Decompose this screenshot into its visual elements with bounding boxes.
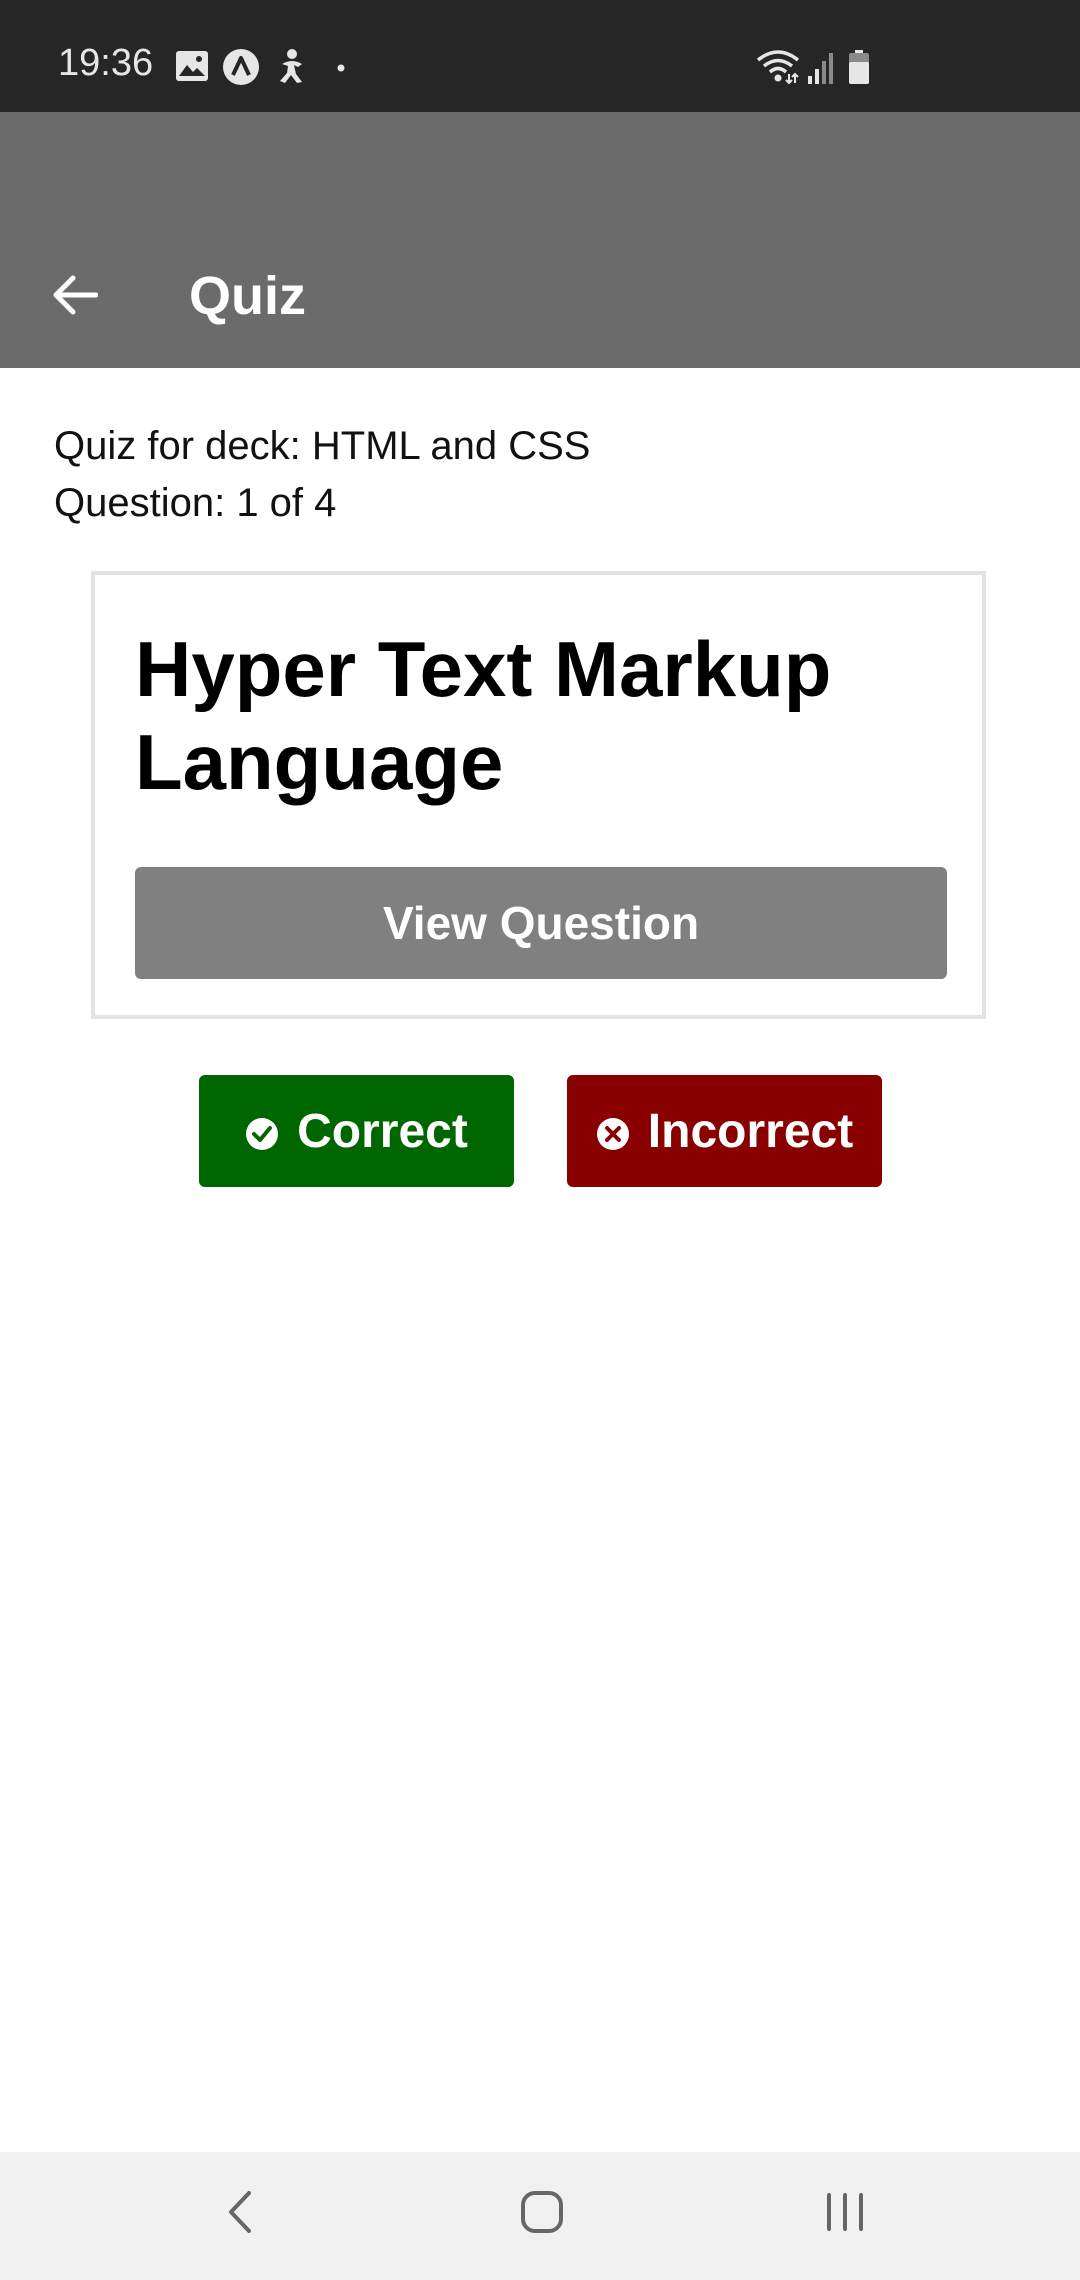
flash-card: Hyper Text Markup Language View Question	[91, 571, 986, 1019]
app-bar: Quiz	[0, 112, 1080, 368]
incorrect-button[interactable]: Incorrect	[567, 1075, 882, 1187]
app-notification-icon	[222, 48, 260, 85]
deck-name-text: Quiz for deck: HTML and CSS	[54, 424, 591, 468]
check-circle-icon	[245, 1108, 279, 1150]
recents-nav-icon	[823, 2192, 867, 2237]
signal-icon	[806, 50, 836, 84]
accessibility-icon	[276, 48, 306, 83]
back-button[interactable]	[30, 252, 120, 342]
quiz-screen: 19:36 Quiz Quiz for deck: HTML and CSS Q…	[0, 0, 1080, 2280]
page-title: Quiz	[189, 266, 306, 326]
navigation-bar	[0, 2152, 1080, 2280]
nav-back-button[interactable]	[195, 2174, 285, 2254]
back-nav-icon	[225, 2190, 255, 2239]
status-bar: 19:36	[0, 0, 1080, 112]
wifi-icon	[756, 50, 800, 84]
home-nav-icon	[520, 2190, 564, 2239]
x-circle-icon	[596, 1108, 630, 1150]
question-progress-text: Question: 1 of 4	[54, 481, 337, 525]
gallery-icon	[175, 50, 209, 84]
correct-button[interactable]: Correct	[199, 1075, 514, 1187]
nav-home-button[interactable]	[497, 2174, 587, 2254]
arrow-left-icon	[52, 275, 99, 320]
dot-icon	[337, 64, 345, 98]
battery-icon	[848, 50, 870, 84]
correct-label: Correct	[297, 1104, 468, 1158]
incorrect-label: Incorrect	[647, 1104, 854, 1158]
status-time: 19:36	[58, 42, 154, 84]
view-question-button[interactable]: View Question	[135, 867, 947, 979]
quiz-info: Quiz for deck: HTML and CSS Question: 1 …	[54, 418, 590, 532]
card-answer-text: Hyper Text Markup Language	[135, 625, 832, 806]
nav-recents-button[interactable]	[800, 2174, 890, 2254]
